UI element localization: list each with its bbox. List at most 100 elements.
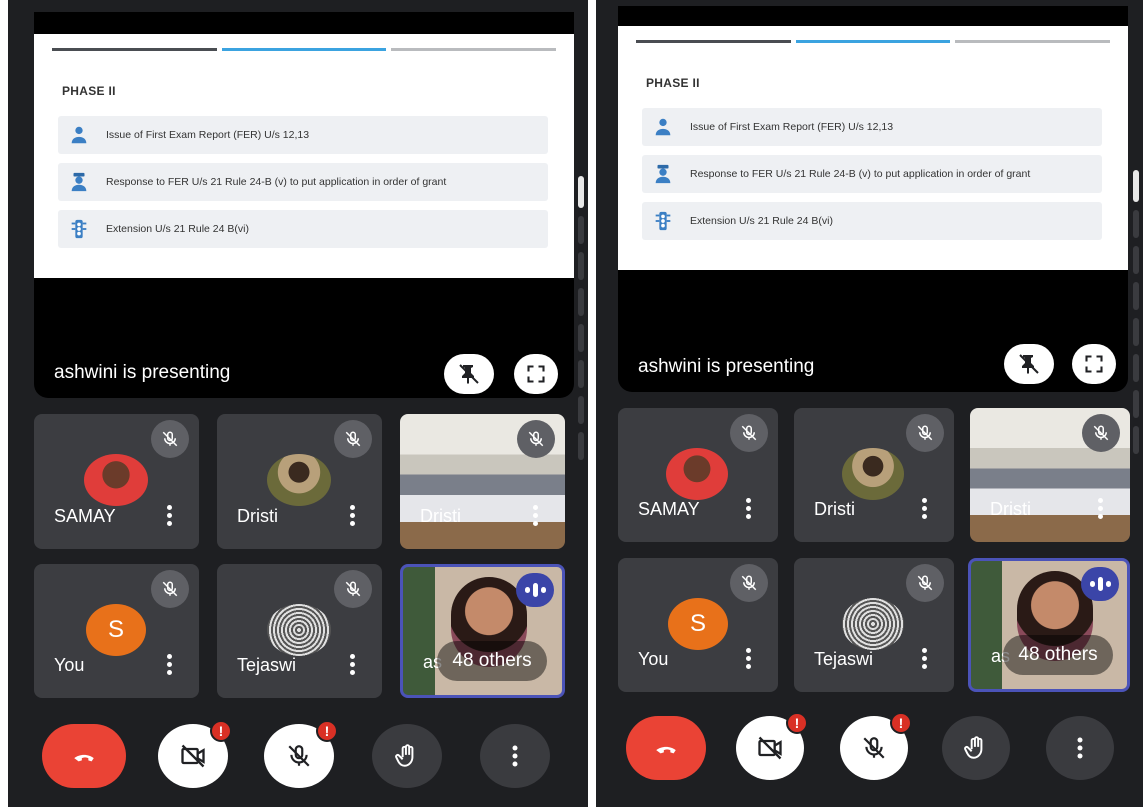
camera-off-icon — [758, 736, 782, 760]
slide-row-text: Response to FER U/s 21 Rule 24-B (v) to … — [690, 168, 1031, 180]
slide-row-text: Issue of First Exam Report (FER) U/s 12,… — [690, 121, 894, 133]
participant-tile[interactable]: Tejaswi — [794, 558, 954, 692]
more-options-button[interactable] — [746, 498, 752, 522]
slide-row: Issue of First Exam Report (FER) U/s 12,… — [58, 116, 548, 154]
mic-off-indicator — [1082, 414, 1120, 452]
avatar-initial: S — [668, 598, 728, 650]
more-options-button[interactable] — [350, 505, 356, 529]
mic-off-icon — [863, 737, 885, 759]
camera-toggle-button[interactable]: ! — [736, 712, 808, 780]
more-options-button[interactable] — [1098, 498, 1104, 522]
raise-hand-button[interactable] — [372, 724, 442, 788]
mic-off-icon — [345, 581, 361, 597]
more-vert-icon — [512, 745, 518, 767]
slide-row-text: Issue of First Exam Report (FER) U/s 12,… — [106, 129, 310, 141]
slide-row: Issue of First Exam Report (FER) U/s 12,… — [642, 108, 1102, 146]
progress-step-2 — [795, 40, 951, 43]
slide-row-text: Response to FER U/s 21 Rule 24-B (v) to … — [106, 176, 447, 188]
mic-off-icon — [162, 431, 178, 447]
more-options-button[interactable] — [167, 654, 173, 678]
alert-badge: ! — [786, 712, 808, 734]
phase-title: PHASE II — [646, 76, 700, 90]
speaking-indicator — [516, 573, 554, 607]
alert-badge: ! — [316, 720, 338, 742]
participant-video-tile-others[interactable]: as 48 others — [400, 564, 565, 698]
participant-name: You — [638, 649, 669, 669]
speaking-indicator — [1081, 567, 1119, 601]
alert-badge: ! — [890, 712, 912, 734]
scrollbar[interactable] — [576, 176, 586, 468]
participant-tile[interactable]: Dristi — [794, 408, 954, 542]
participant-tile-self[interactable]: S You — [34, 564, 199, 698]
mic-off-icon — [345, 431, 361, 447]
unpin-button[interactable] — [444, 354, 494, 394]
mic-off-indicator — [730, 414, 768, 452]
presenting-label: ashwini is presenting — [638, 356, 815, 377]
mic-off-indicator — [334, 420, 372, 458]
avatar — [267, 604, 331, 656]
mic-off-icon — [288, 745, 310, 767]
slide-rows: Issue of First Exam Report (FER) U/s 12,… — [58, 116, 548, 257]
mic-off-indicator — [906, 414, 944, 452]
shared-slide: PHASE II Issue of First Exam Report (FER… — [34, 34, 574, 278]
participant-tile[interactable]: SAMAY — [34, 414, 199, 549]
traffic-light-icon — [71, 219, 87, 239]
participant-video-tile-others[interactable]: as 48 others — [968, 558, 1130, 692]
officer-icon — [71, 172, 87, 192]
participant-name: Dristi — [990, 499, 1031, 519]
mic-off-icon — [917, 425, 933, 441]
participant-video-tile[interactable]: Dristi — [400, 414, 565, 549]
slide-progress — [52, 48, 557, 52]
participant-tile[interactable]: Dristi — [217, 414, 382, 549]
participant-name: SAMAY — [638, 499, 700, 519]
scrollbar[interactable] — [1131, 170, 1141, 462]
slide-row: Extension U/s 21 Rule 24 B(vi) — [58, 210, 548, 248]
hand-icon — [964, 736, 983, 759]
end-call-button[interactable] — [626, 716, 706, 780]
presentation-area[interactable]: PHASE II Issue of First Exam Report (FER… — [34, 12, 574, 398]
more-options-button[interactable] — [533, 505, 539, 529]
fullscreen-icon — [527, 365, 545, 383]
participant-tile[interactable]: Tejaswi — [217, 564, 382, 698]
mic-off-indicator — [334, 570, 372, 608]
progress-step-3 — [391, 48, 557, 51]
more-options-button[interactable] — [746, 648, 752, 672]
avatar — [267, 454, 331, 506]
unpin-button[interactable] — [1004, 344, 1054, 384]
mic-off-icon — [1093, 425, 1109, 441]
fullscreen-button[interactable] — [514, 354, 558, 394]
slide-progress — [636, 40, 1111, 44]
participant-video-tile[interactable]: Dristi — [970, 408, 1130, 542]
progress-step-3 — [955, 40, 1111, 43]
phone-screen-right: PHASE II Issue of First Exam Report (FER… — [596, 0, 1143, 807]
more-options-button[interactable] — [1046, 716, 1114, 780]
fullscreen-button[interactable] — [1072, 344, 1116, 384]
participant-tile[interactable]: SAMAY — [618, 408, 778, 542]
slide-rows: Issue of First Exam Report (FER) U/s 12,… — [642, 108, 1102, 249]
phone-screen-left: PHASE II Issue of First Exam Report (FER… — [8, 0, 588, 807]
more-options-button[interactable] — [480, 724, 550, 788]
more-options-button[interactable] — [922, 648, 928, 672]
mic-toggle-button[interactable]: ! — [264, 720, 338, 788]
mic-off-indicator — [517, 420, 555, 458]
raise-hand-button[interactable] — [942, 716, 1010, 780]
presentation-area[interactable]: PHASE II Issue of First Exam Report (FER… — [618, 6, 1128, 392]
end-call-icon — [656, 746, 676, 754]
more-options-button[interactable] — [350, 654, 356, 678]
others-count-pill[interactable]: 48 others — [1003, 635, 1113, 675]
officer-icon — [655, 164, 671, 184]
traffic-light-icon — [655, 211, 671, 231]
progress-step-1 — [636, 40, 791, 43]
more-options-button[interactable] — [922, 498, 928, 522]
camera-toggle-button[interactable]: ! — [158, 720, 232, 788]
more-options-button[interactable] — [167, 505, 173, 529]
slide-row: Response to FER U/s 21 Rule 24-B (v) to … — [642, 155, 1102, 193]
slide-row-text: Extension U/s 21 Rule 24 B(vi) — [690, 215, 833, 227]
others-count-pill[interactable]: 48 others — [437, 641, 547, 681]
end-call-button[interactable] — [42, 724, 126, 788]
mic-toggle-button[interactable]: ! — [840, 712, 912, 780]
alert-badge: ! — [210, 720, 232, 742]
participant-tile-self[interactable]: S You — [618, 558, 778, 692]
mic-off-icon — [917, 575, 933, 591]
end-call-icon — [74, 754, 94, 762]
